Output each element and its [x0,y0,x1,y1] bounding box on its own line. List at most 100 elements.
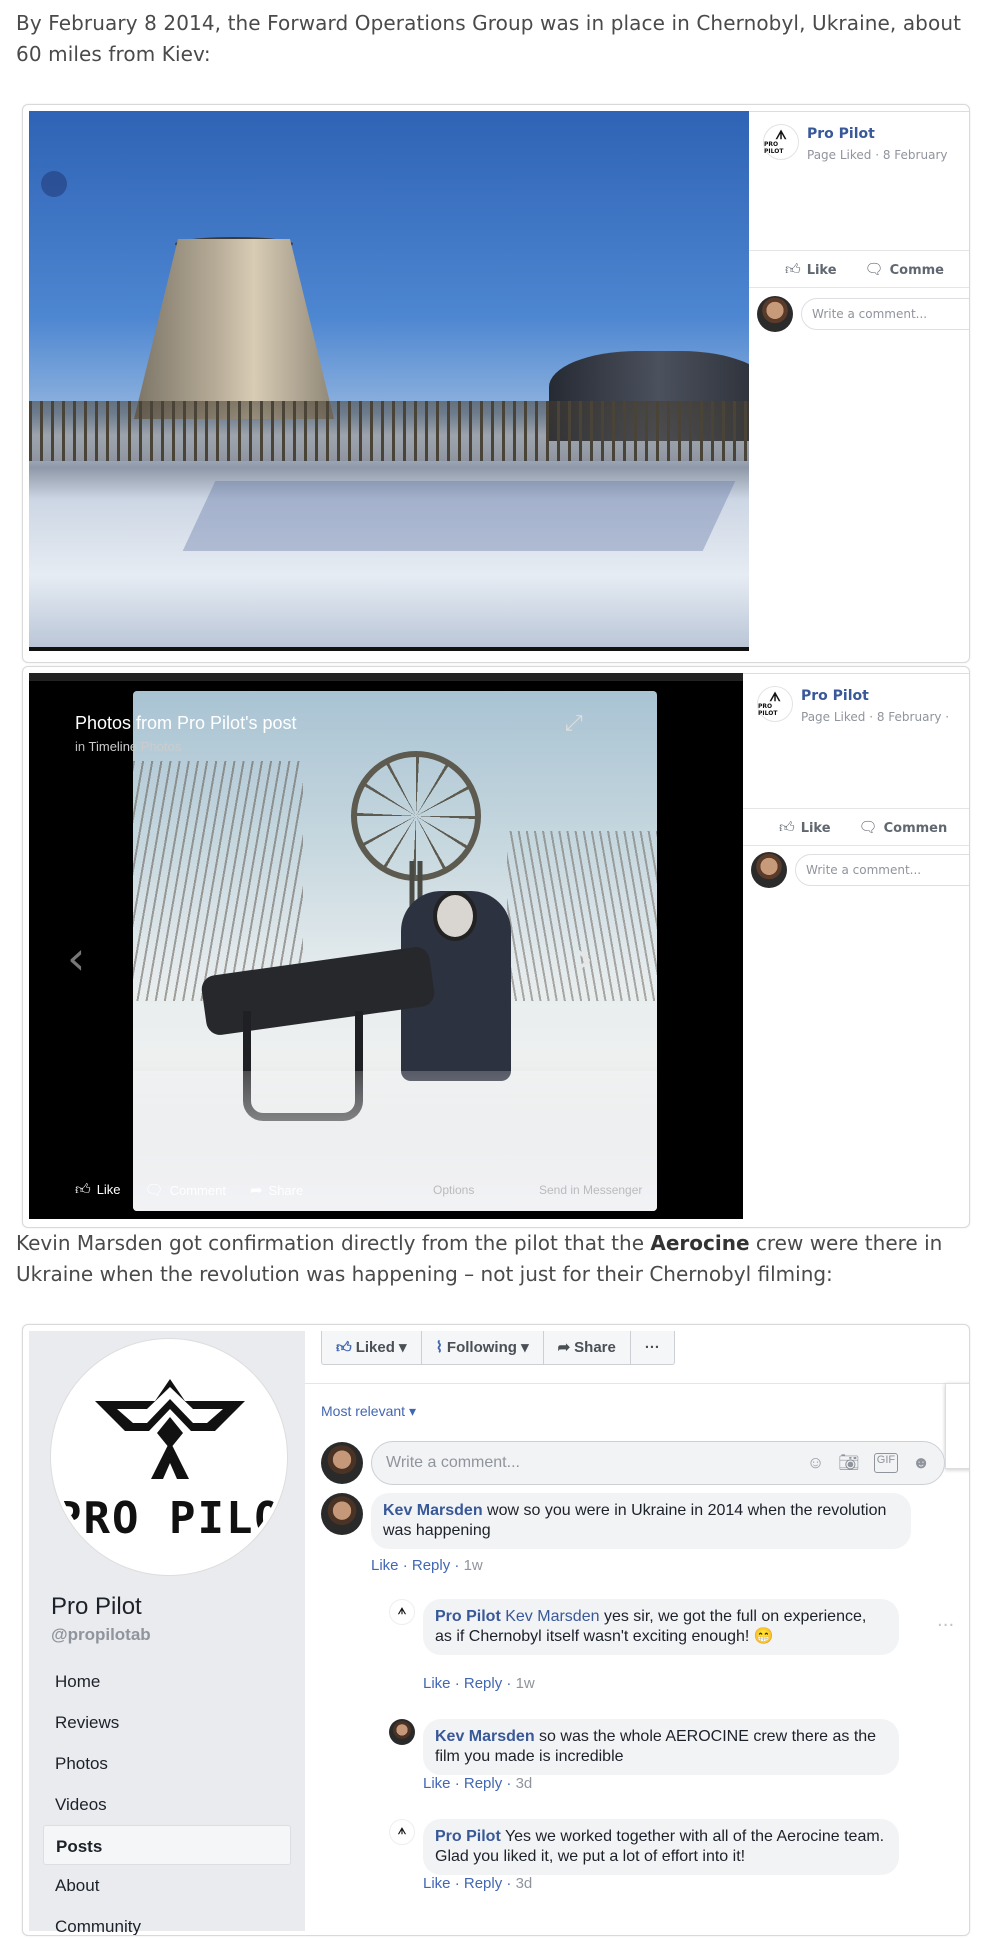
more-options-icon[interactable]: ··· [937,1615,954,1636]
reply-item: Kev Marsden so was the whole AEROCINE cr… [389,1719,899,1775]
comment-input[interactable]: Write a comment... [795,854,969,886]
following-button[interactable]: ⌇ Following ▾ [422,1331,544,1364]
comment-item: Kev Marsden wow so you were in Ukraine i… [321,1493,911,1549]
most-relevant-dropdown[interactable]: Most relevant ▾ [321,1403,416,1420]
mentioned-user[interactable]: Kev Marsden [505,1608,599,1625]
expand-icon[interactable]: ⤢ [565,711,583,736]
page-title: Pro Pilot [51,1593,142,1620]
post-meta: Page Liked · 8 February [807,148,948,162]
viewer-sidebar: ᗑ PRO PILOT Pro Pilot Page Liked · 8 Feb… [743,673,969,1219]
viewer-comment-button[interactable]: 🗨 Comment [145,1181,226,1199]
commenter-avatar[interactable] [389,1719,415,1745]
share-button[interactable]: ➦ Share [544,1331,631,1364]
comment-reply-link[interactable]: Reply [464,1675,502,1692]
wing-logo-icon: ᗑ [769,690,781,704]
wing-logo-icon: ᗑ [775,128,787,142]
comment-author[interactable]: Kev Marsden [435,1728,535,1745]
camera-icon[interactable]: 📷︎ [838,1453,860,1473]
nav-community[interactable]: Community [43,1906,291,1935]
comment-author[interactable]: Pro Pilot [435,1828,501,1845]
speech-bubble-icon: 🗨 [864,260,884,278]
user-avatar [751,852,787,888]
page-handle: @propilotab [51,1625,151,1644]
viewer-album-line: in Timeline Photos [75,739,182,754]
comment-like-link[interactable]: Like [423,1775,451,1792]
previous-arrow-icon[interactable]: ‹ [67,931,85,985]
comment-button[interactable]: 🗨 Comme [865,260,944,278]
screenshot-page-comments: PRO PILOT Pro Pilot @propilotab Home Rev… [22,1324,970,1936]
speech-bubble-icon: 🗨 [144,1182,164,1199]
comment-composer: Write a comment... [751,852,969,888]
comment-input[interactable]: Write a comment... [801,298,969,330]
comment-bubble: Pro Pilot Kev Marsden yes sir, we got th… [423,1599,899,1655]
commenter-avatar[interactable] [321,1493,363,1535]
pro-pilot-logo[interactable]: PRO PILOT [51,1339,287,1575]
comment-author[interactable]: Kev Marsden [383,1502,483,1519]
nav-photos[interactable]: Photos [43,1743,291,1784]
page-left-panel: PRO PILOT Pro Pilot @propilotab Home Rev… [29,1331,305,1935]
caret-down-icon: ▾ [408,1403,416,1419]
comment-button[interactable]: 🗨 Commen [859,818,948,836]
viewer-like-button[interactable]: 👍︎ Like [75,1181,121,1199]
page-name-link[interactable]: Pro Pilot [801,688,869,704]
liked-button[interactable]: 👍︎ Liked ▾ [322,1331,422,1364]
gif-icon[interactable]: GIF [873,1453,899,1473]
screenshot-chernobyl-towers: ᗑ PRO PILOT Pro Pilot Page Liked · 8 Feb… [22,104,970,663]
sticker-icon[interactable]: ☻ [912,1453,930,1473]
post-action-bar: 👍︎ Like 🗨 Comme [749,250,969,288]
comment-like-link[interactable]: Like [371,1557,399,1574]
comment-bubble: Pro Pilot Yes we worked together with al… [423,1819,899,1875]
page-name-link[interactable]: Pro Pilot [807,126,875,142]
thumbs-up-icon: 👍︎ [336,1339,352,1356]
reply-item: ᗑ Pro Pilot Kev Marsden yes sir, we got … [389,1599,899,1655]
send-in-messenger-link[interactable]: Send in Messenger [539,1183,642,1197]
emoji-icon[interactable]: ☺ [807,1453,824,1473]
like-button[interactable]: 👍︎ Like [779,818,831,837]
options-link[interactable]: Options [433,1183,474,1197]
comment-actions: Like · Reply · 1w [423,1675,535,1692]
share-arrow-icon: ➦ [557,1339,571,1356]
comment-reply-link[interactable]: Reply [464,1875,502,1892]
page-nav: Home Reviews Photos Videos Posts About C… [43,1661,291,1935]
album-link[interactable]: Timeline Photos [89,739,182,754]
wing-logo-icon: ᗑ [397,1826,407,1837]
more-button[interactable]: ··· [631,1331,674,1364]
avatar-label: PRO PILOT [764,141,784,155]
comment-input[interactable]: Write a comment... ☺ 📷︎ GIF ☻ [371,1441,945,1485]
viewer-share-button[interactable]: ➦ Share [250,1181,303,1199]
next-arrow-icon[interactable]: › [575,931,593,985]
intro-paragraph: By February 8 2014, the Forward Operatio… [16,11,962,66]
nav-posts[interactable]: Posts [43,1825,291,1865]
post-meta: Page Liked · 8 February · [801,710,950,724]
popup-edge [945,1383,969,1469]
comment-author[interactable]: Pro Pilot [435,1608,501,1625]
page-avatar[interactable]: ᗑ [389,1819,415,1845]
comment-actions: Like · Reply · 3d [423,1875,533,1892]
nav-home[interactable]: Home [43,1661,291,1702]
comment-composer: Write a comment... ☺ 📷︎ GIF ☻ [321,1441,945,1485]
comment-bubble: Kev Marsden so was the whole AEROCINE cr… [423,1719,899,1775]
rss-icon: ⌇ [435,1339,443,1356]
nav-videos[interactable]: Videos [43,1784,291,1825]
thumbs-up-icon: 👍︎ [75,1181,91,1198]
comment-reply-link[interactable]: Reply [464,1775,502,1792]
post-action-bar: 👍︎ Like 🗨 Commen [743,808,969,846]
nav-about[interactable]: About [43,1865,291,1906]
comment-like-link[interactable]: Like [423,1675,451,1692]
user-avatar [321,1442,363,1484]
thumbs-up-icon: 👍︎ [779,817,795,836]
page-action-buttons: 👍︎ Liked ▾ ⌇ Following ▾ ➦ Share ··· [321,1331,675,1365]
caret-down-icon: ▾ [399,1339,407,1356]
share-arrow-icon: ➦ [249,1182,263,1199]
nav-reviews[interactable]: Reviews [43,1702,291,1743]
comment-like-link[interactable]: Like [423,1875,451,1892]
page-avatar[interactable]: ᗑ [389,1599,415,1625]
reply-item: ᗑ Pro Pilot Yes we worked together with … [389,1819,899,1875]
post-sidebar: ᗑ PRO PILOT Pro Pilot Page Liked · 8 Feb… [749,111,969,651]
like-button[interactable]: 👍︎ Like [785,260,837,279]
comments-panel: 👍︎ Liked ▾ ⌇ Following ▾ ➦ Share ··· Most r… [305,1331,969,1931]
page-avatar[interactable]: ᗑ PRO PILOT [757,686,793,722]
page-avatar[interactable]: ᗑ PRO PILOT [763,124,799,160]
comment-actions: Like · Reply · 3d [423,1775,533,1792]
comment-reply-link[interactable]: Reply [412,1557,450,1574]
